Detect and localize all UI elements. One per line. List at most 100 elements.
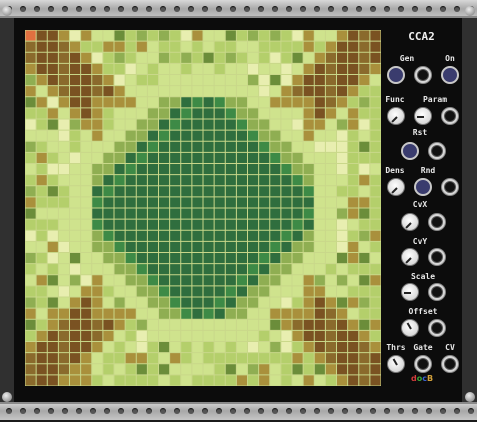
grid-cell[interactable] <box>159 230 170 241</box>
grid-cell[interactable] <box>47 108 58 119</box>
grid-cell[interactable] <box>58 264 70 275</box>
grid-cell[interactable] <box>303 319 314 330</box>
grid-cell[interactable] <box>114 286 125 297</box>
grid-cell[interactable] <box>81 319 92 330</box>
grid-cell[interactable] <box>248 186 259 197</box>
grid-cell[interactable] <box>47 119 58 130</box>
grid-cell[interactable] <box>181 219 192 230</box>
grid-cell[interactable] <box>303 241 314 253</box>
grid-cell[interactable] <box>270 208 281 219</box>
grid-cell[interactable] <box>70 275 81 286</box>
grid-cell[interactable] <box>370 75 381 86</box>
grid-cell[interactable] <box>58 208 70 219</box>
grid-cell[interactable] <box>92 319 103 330</box>
grid-cell[interactable] <box>103 342 114 353</box>
grid-cell[interactable] <box>159 130 170 141</box>
grid-cell[interactable] <box>192 342 203 353</box>
grid-cell[interactable] <box>270 86 281 97</box>
grid-cell[interactable] <box>36 108 47 119</box>
grid-cell[interactable] <box>159 30 170 41</box>
grid-cell[interactable] <box>47 41 58 52</box>
grid-cell[interactable] <box>303 41 314 52</box>
grid-cell[interactable] <box>281 264 292 275</box>
grid-cell[interactable] <box>281 308 292 319</box>
grid-cell[interactable] <box>58 275 70 286</box>
grid-cell[interactable] <box>81 230 92 241</box>
grid-cell[interactable] <box>58 286 70 297</box>
grid-cell[interactable] <box>203 308 214 319</box>
grid-cell[interactable] <box>103 253 114 264</box>
grid-cell[interactable] <box>314 197 325 208</box>
grid-cell[interactable] <box>70 319 81 330</box>
grid-cell[interactable] <box>259 130 270 141</box>
grid-cell[interactable] <box>47 130 58 141</box>
grid-cell[interactable] <box>248 86 259 97</box>
grid-cell[interactable] <box>114 308 125 319</box>
grid-cell[interactable] <box>159 175 170 186</box>
grid-cell[interactable] <box>348 253 359 264</box>
grid-cell[interactable] <box>147 253 159 264</box>
grid-cell[interactable] <box>203 63 214 75</box>
grid-cell[interactable] <box>125 253 136 264</box>
grid-cell[interactable] <box>92 208 103 219</box>
grid-cell[interactable] <box>125 175 136 186</box>
grid-cell[interactable] <box>81 30 92 41</box>
grid-cell[interactable] <box>225 152 236 164</box>
grid-cell[interactable] <box>203 253 214 264</box>
grid-cell[interactable] <box>314 219 325 230</box>
grid-cell[interactable] <box>314 330 325 342</box>
grid-cell[interactable] <box>259 86 270 97</box>
grid-cell[interactable] <box>25 119 36 130</box>
grid-cell[interactable] <box>225 375 236 386</box>
grid-cell[interactable] <box>81 353 92 364</box>
grid-cell[interactable] <box>25 264 36 275</box>
param-cv-jack[interactable] <box>441 107 459 125</box>
grid-cell[interactable] <box>136 186 147 197</box>
grid-cell[interactable] <box>314 63 325 75</box>
grid-cell[interactable] <box>192 164 203 175</box>
grid-cell[interactable] <box>147 52 159 63</box>
grid-cell[interactable] <box>181 52 192 63</box>
grid-cell[interactable] <box>281 286 292 297</box>
grid-cell[interactable] <box>303 30 314 41</box>
grid-cell[interactable] <box>58 197 70 208</box>
grid-cell[interactable] <box>214 186 225 197</box>
grid-cell[interactable] <box>103 197 114 208</box>
grid-cell[interactable] <box>370 208 381 219</box>
grid-cell[interactable] <box>303 186 314 197</box>
grid-cell[interactable] <box>125 141 136 152</box>
grid-cell[interactable] <box>259 308 270 319</box>
grid-cell[interactable] <box>337 75 348 86</box>
grid-cell[interactable] <box>259 253 270 264</box>
grid-cell[interactable] <box>159 308 170 319</box>
grid-cell[interactable] <box>103 30 114 41</box>
grid-cell[interactable] <box>203 30 214 41</box>
grid-cell[interactable] <box>214 286 225 297</box>
grid-cell[interactable] <box>92 108 103 119</box>
grid-cell[interactable] <box>370 63 381 75</box>
grid-cell[interactable] <box>136 208 147 219</box>
grid-cell[interactable] <box>359 152 370 164</box>
grid-cell[interactable] <box>359 108 370 119</box>
grid-cell[interactable] <box>348 308 359 319</box>
grid-cell[interactable] <box>114 197 125 208</box>
grid-cell[interactable] <box>370 152 381 164</box>
grid-cell[interactable] <box>236 264 248 275</box>
grid-cell[interactable] <box>214 130 225 141</box>
grid-cell[interactable] <box>92 375 103 386</box>
grid-cell[interactable] <box>270 52 281 63</box>
grid-cell[interactable] <box>236 275 248 286</box>
grid-cell[interactable] <box>147 319 159 330</box>
grid-cell[interactable] <box>58 86 70 97</box>
grid-cell[interactable] <box>192 63 203 75</box>
grid-cell[interactable] <box>359 141 370 152</box>
grid-cell[interactable] <box>292 197 303 208</box>
grid-cell[interactable] <box>58 330 70 342</box>
grid-cell[interactable] <box>47 141 58 152</box>
grid-cell[interactable] <box>370 286 381 297</box>
grid-cell[interactable] <box>103 119 114 130</box>
grid-cell[interactable] <box>281 297 292 308</box>
grid-cell[interactable] <box>192 175 203 186</box>
grid-cell[interactable] <box>214 52 225 63</box>
grid-cell[interactable] <box>359 308 370 319</box>
